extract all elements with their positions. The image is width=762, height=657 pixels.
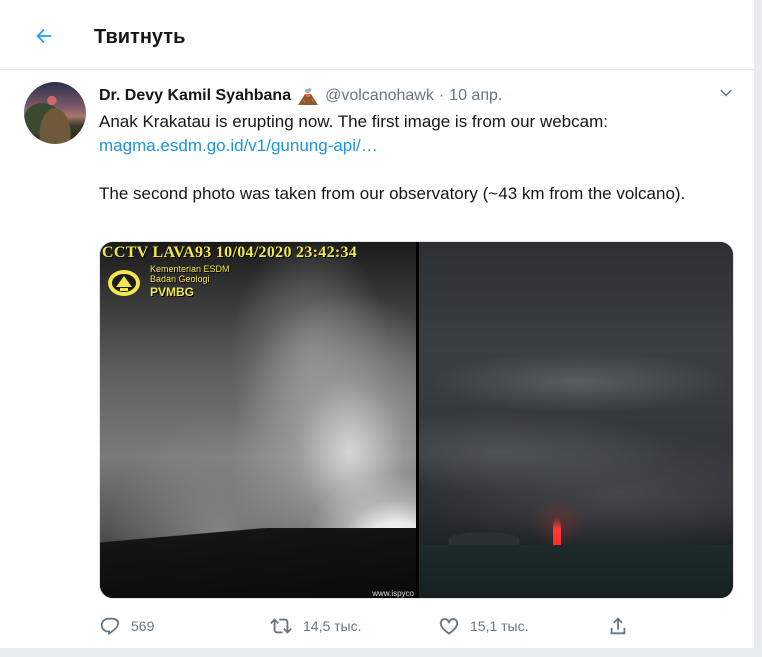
cctv-overlay-text: CCTV LAVA93 10/04/2020 23:42:34 [102, 244, 358, 261]
arrow-left-icon [36, 28, 52, 44]
tweet-text-line1: Anak Krakatau is erupting now. The first… [99, 112, 608, 131]
photo-ground [100, 528, 416, 598]
reply-button[interactable]: 569 [99, 612, 154, 640]
tweet-media: CCTV LAVA93 10/04/2020 23:42:34 Kementer… [99, 241, 734, 599]
author-handle[interactable]: @volcanohawk [325, 86, 434, 106]
agency-label: Kementerian ESDM Badan Geologi PVMBG [150, 264, 230, 299]
avatar[interactable] [24, 82, 86, 144]
tweet-text-line2: The second photo was taken from our obse… [99, 184, 686, 203]
tweet-author-line: Dr. Devy Kamil Syahbana @volcanohawk · 1… [99, 85, 502, 107]
photo-watermark: www.ispyco [372, 589, 414, 598]
separator-dot: · [438, 87, 445, 104]
like-button[interactable]: 15,1 тыс. [438, 612, 529, 640]
retweet-icon [270, 618, 292, 634]
heart-icon [439, 618, 459, 635]
author-name[interactable]: Dr. Devy Kamil Syahbana [99, 86, 291, 106]
tweet-actions: 569 14,5 тыс. 15,1 тыс. [99, 612, 739, 640]
agency-line2: Badan Geologi [150, 274, 210, 284]
retweet-button[interactable]: 14,5 тыс. [269, 612, 362, 640]
volcano-icon [298, 87, 319, 105]
tweet-date[interactable]: 10 апр. [449, 86, 502, 106]
share-icon [610, 617, 626, 635]
reply-count: 569 [131, 618, 155, 634]
tweet-text: Anak Krakatau is erupting now. The first… [99, 110, 729, 206]
tweet-link[interactable]: magma.esdm.go.id/v1/gunung-api/… [99, 136, 378, 155]
esdm-logo [108, 270, 140, 296]
sea [419, 545, 733, 598]
header: Твитнуть [0, 0, 754, 70]
tweet-page: Твитнуть Dr. Devy Kamil Syahbana @volcan… [0, 0, 755, 649]
tweet-menu-button[interactable] [713, 83, 739, 103]
agency-line1: Kementerian ESDM [150, 264, 230, 274]
eruption-plume [553, 518, 561, 546]
observatory-photo[interactable] [419, 242, 733, 598]
page-title: Твитнуть [94, 26, 186, 48]
back-button[interactable] [29, 21, 59, 51]
retweet-count: 14,5 тыс. [303, 618, 362, 634]
share-button[interactable] [607, 612, 629, 640]
chevron-down-icon [720, 89, 732, 97]
agency-line3: PVMBG [150, 285, 195, 299]
webcam-photo[interactable]: CCTV LAVA93 10/04/2020 23:42:34 Kementer… [100, 242, 416, 598]
island-silhouette [449, 532, 519, 546]
like-count: 15,1 тыс. [470, 618, 529, 634]
reply-icon [100, 617, 120, 636]
